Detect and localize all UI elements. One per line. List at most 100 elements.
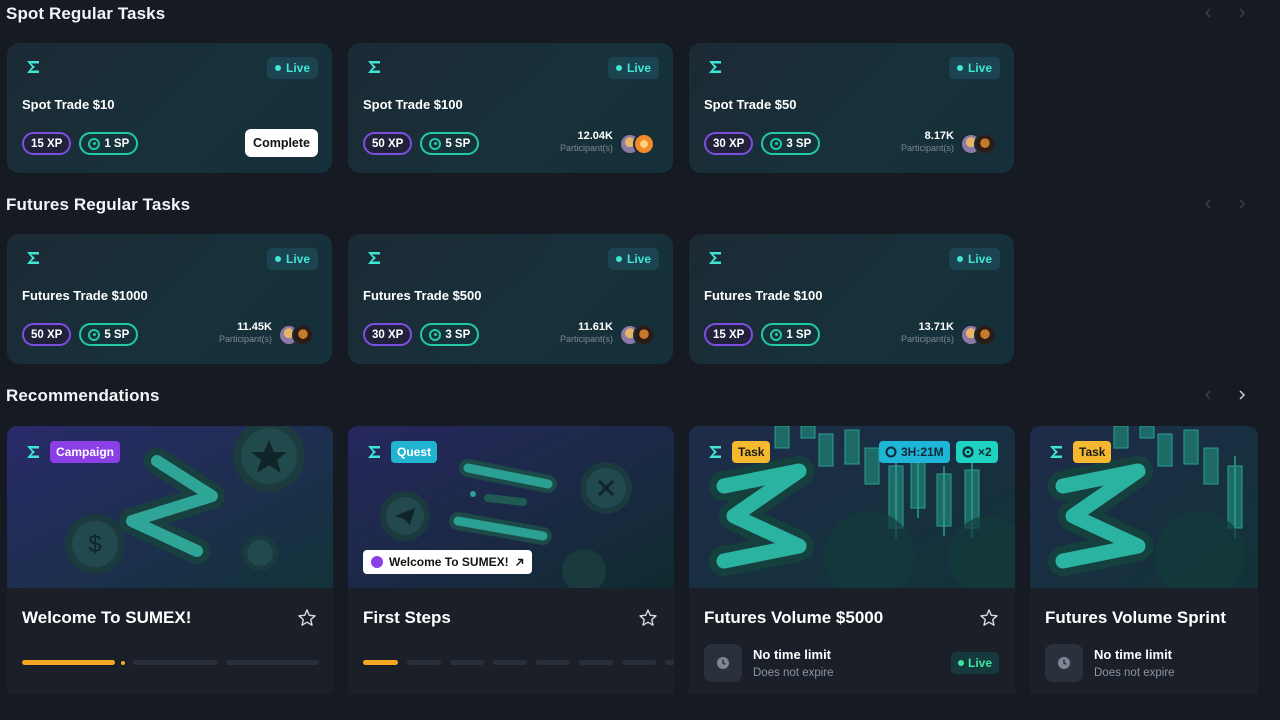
xp-pill: 30 XP (363, 323, 413, 346)
star-icon[interactable] (979, 608, 999, 628)
task-name: Spot Trade $10 (22, 97, 115, 112)
section-title-futures: Futures Regular Tasks (6, 195, 191, 214)
progress-segment (493, 660, 527, 665)
participant-avatars (619, 133, 659, 155)
clock-icon-box (704, 644, 742, 682)
sigma-icon (27, 252, 39, 264)
progress-segment (407, 660, 441, 665)
section-title-spot: Spot Regular Tasks (6, 4, 166, 23)
arrow-up-right-icon (515, 558, 523, 566)
campaign-dot-icon (371, 556, 383, 568)
task-name: Futures Trade $1000 (22, 288, 148, 303)
clock-icon (885, 446, 897, 458)
avatar (974, 133, 996, 155)
progress-segment (22, 660, 115, 665)
time-limit-info: No time limit Does not expire (1094, 647, 1175, 679)
sp-coin-icon (429, 328, 442, 341)
sigma-icon (709, 252, 721, 264)
sp-pill: 3 SP (761, 132, 821, 155)
participants-count: 8.17K Participant(s) (900, 130, 954, 153)
svg-text:$: $ (88, 531, 101, 558)
avatar (633, 324, 655, 346)
sigma-icon (709, 61, 721, 73)
task-card-futures-500[interactable]: Live Futures Trade $500 30 XP 3 SP 11.61… (348, 234, 673, 364)
recommendations-nav (1201, 388, 1249, 402)
participants-count: 11.61K Participant(s) (559, 321, 613, 344)
progress-segment (622, 660, 656, 665)
prev-arrow-icon[interactable] (1201, 388, 1215, 402)
progress-segment (579, 660, 613, 665)
sigma-icon (368, 446, 380, 458)
sp-coin-icon (770, 328, 783, 341)
participants-count: 12.04K Participant(s) (559, 130, 613, 153)
card-title: First Steps (363, 608, 451, 627)
participant-avatars (960, 324, 1000, 346)
sigma-icon (1050, 446, 1062, 458)
task-card-spot-100[interactable]: Live Spot Trade $100 50 XP 5 SP 12.04K P… (348, 43, 673, 173)
status-badge: Live (266, 248, 318, 270)
task-card-futures-100[interactable]: Live Futures Trade $100 15 XP 1 SP 13.71… (689, 234, 1014, 364)
campaign-link[interactable]: Welcome To SUMEX! (363, 550, 532, 574)
sigma-icon (368, 61, 380, 73)
quest-tag: Quest (391, 441, 438, 463)
next-arrow-icon[interactable] (1235, 388, 1249, 402)
timer-badge: 3H:21M (879, 441, 950, 463)
sigma-icon (27, 446, 39, 458)
xp-pill: 50 XP (22, 323, 72, 346)
task-card-spot-10[interactable]: Live Spot Trade $10 15 XP 1 SP Complete (7, 43, 332, 173)
xp-pill: 30 XP (704, 132, 754, 155)
participants-count: 13.71K Participant(s) (900, 321, 954, 344)
card-title: Welcome To SUMEX! (22, 608, 192, 627)
status-badge: Live (948, 57, 1000, 79)
task-card-futures-1000[interactable]: Live Futures Trade $1000 50 XP 5 SP 11.4… (7, 234, 332, 364)
campaign-tag: Campaign (50, 441, 121, 463)
sp-coin-icon (88, 137, 101, 150)
prev-arrow-icon[interactable] (1201, 6, 1215, 20)
sp-pill: 5 SP (79, 323, 139, 346)
status-badge: Live (607, 57, 659, 79)
recommendation-card-welcome[interactable]: $ Campaign Welcome To SUMEX! (7, 426, 333, 694)
sp-pill: 1 SP (761, 323, 821, 346)
next-arrow-icon[interactable] (1235, 6, 1249, 20)
participant-avatars (960, 133, 1000, 155)
sigma-icon (709, 446, 721, 458)
status-badge: Live (948, 248, 1000, 270)
sp-pill: 1 SP (79, 132, 139, 155)
task-banner (1030, 426, 1258, 588)
task-card-spot-50[interactable]: Live Spot Trade $50 30 XP 3 SP 8.17K Par… (689, 43, 1014, 173)
participant-avatars (278, 324, 318, 346)
sp-coin-icon (429, 137, 442, 150)
recommendation-card-futures-volume-5000[interactable]: Task 3H:21M ×2 Futures Volume $5000 No t… (689, 426, 1015, 694)
task-name: Spot Trade $50 (704, 97, 797, 112)
sp-coin-icon (770, 137, 783, 150)
section-title-recommendations: Recommendations (6, 386, 160, 405)
progress-segment (665, 660, 674, 665)
progress-segment (133, 660, 218, 665)
task-tag: Task (732, 441, 771, 463)
recommendation-card-futures-volume-sprint[interactable]: Task Futures Volume Sprint No time limit… (1030, 426, 1258, 694)
progress-segment (226, 660, 319, 665)
sp-coin-icon (88, 328, 101, 341)
coin-icon (962, 446, 974, 458)
prev-arrow-icon[interactable] (1201, 197, 1215, 211)
progress-segment (450, 660, 484, 665)
complete-button[interactable]: Complete (245, 129, 318, 157)
next-arrow-icon[interactable] (1235, 197, 1249, 211)
participants-count: 11.45K Participant(s) (218, 321, 272, 344)
spot-nav (1201, 6, 1249, 20)
star-icon[interactable] (638, 608, 658, 628)
clock-icon (1058, 657, 1070, 669)
sp-pill: 3 SP (420, 323, 480, 346)
task-tag: Task (1073, 441, 1112, 463)
status-badge: Live (607, 248, 659, 270)
card-title: Futures Volume $5000 (704, 608, 884, 627)
avatar (633, 133, 655, 155)
recommendation-card-first-steps[interactable]: Quest Welcome To SUMEX! First Steps (348, 426, 674, 694)
multiplier-badge: ×2 (956, 441, 998, 463)
participant-avatars (619, 324, 659, 346)
star-icon[interactable] (297, 608, 317, 628)
task-name: Spot Trade $100 (363, 97, 463, 112)
futures-nav (1201, 197, 1249, 211)
avatar (292, 324, 314, 346)
progress-marker (121, 660, 125, 665)
